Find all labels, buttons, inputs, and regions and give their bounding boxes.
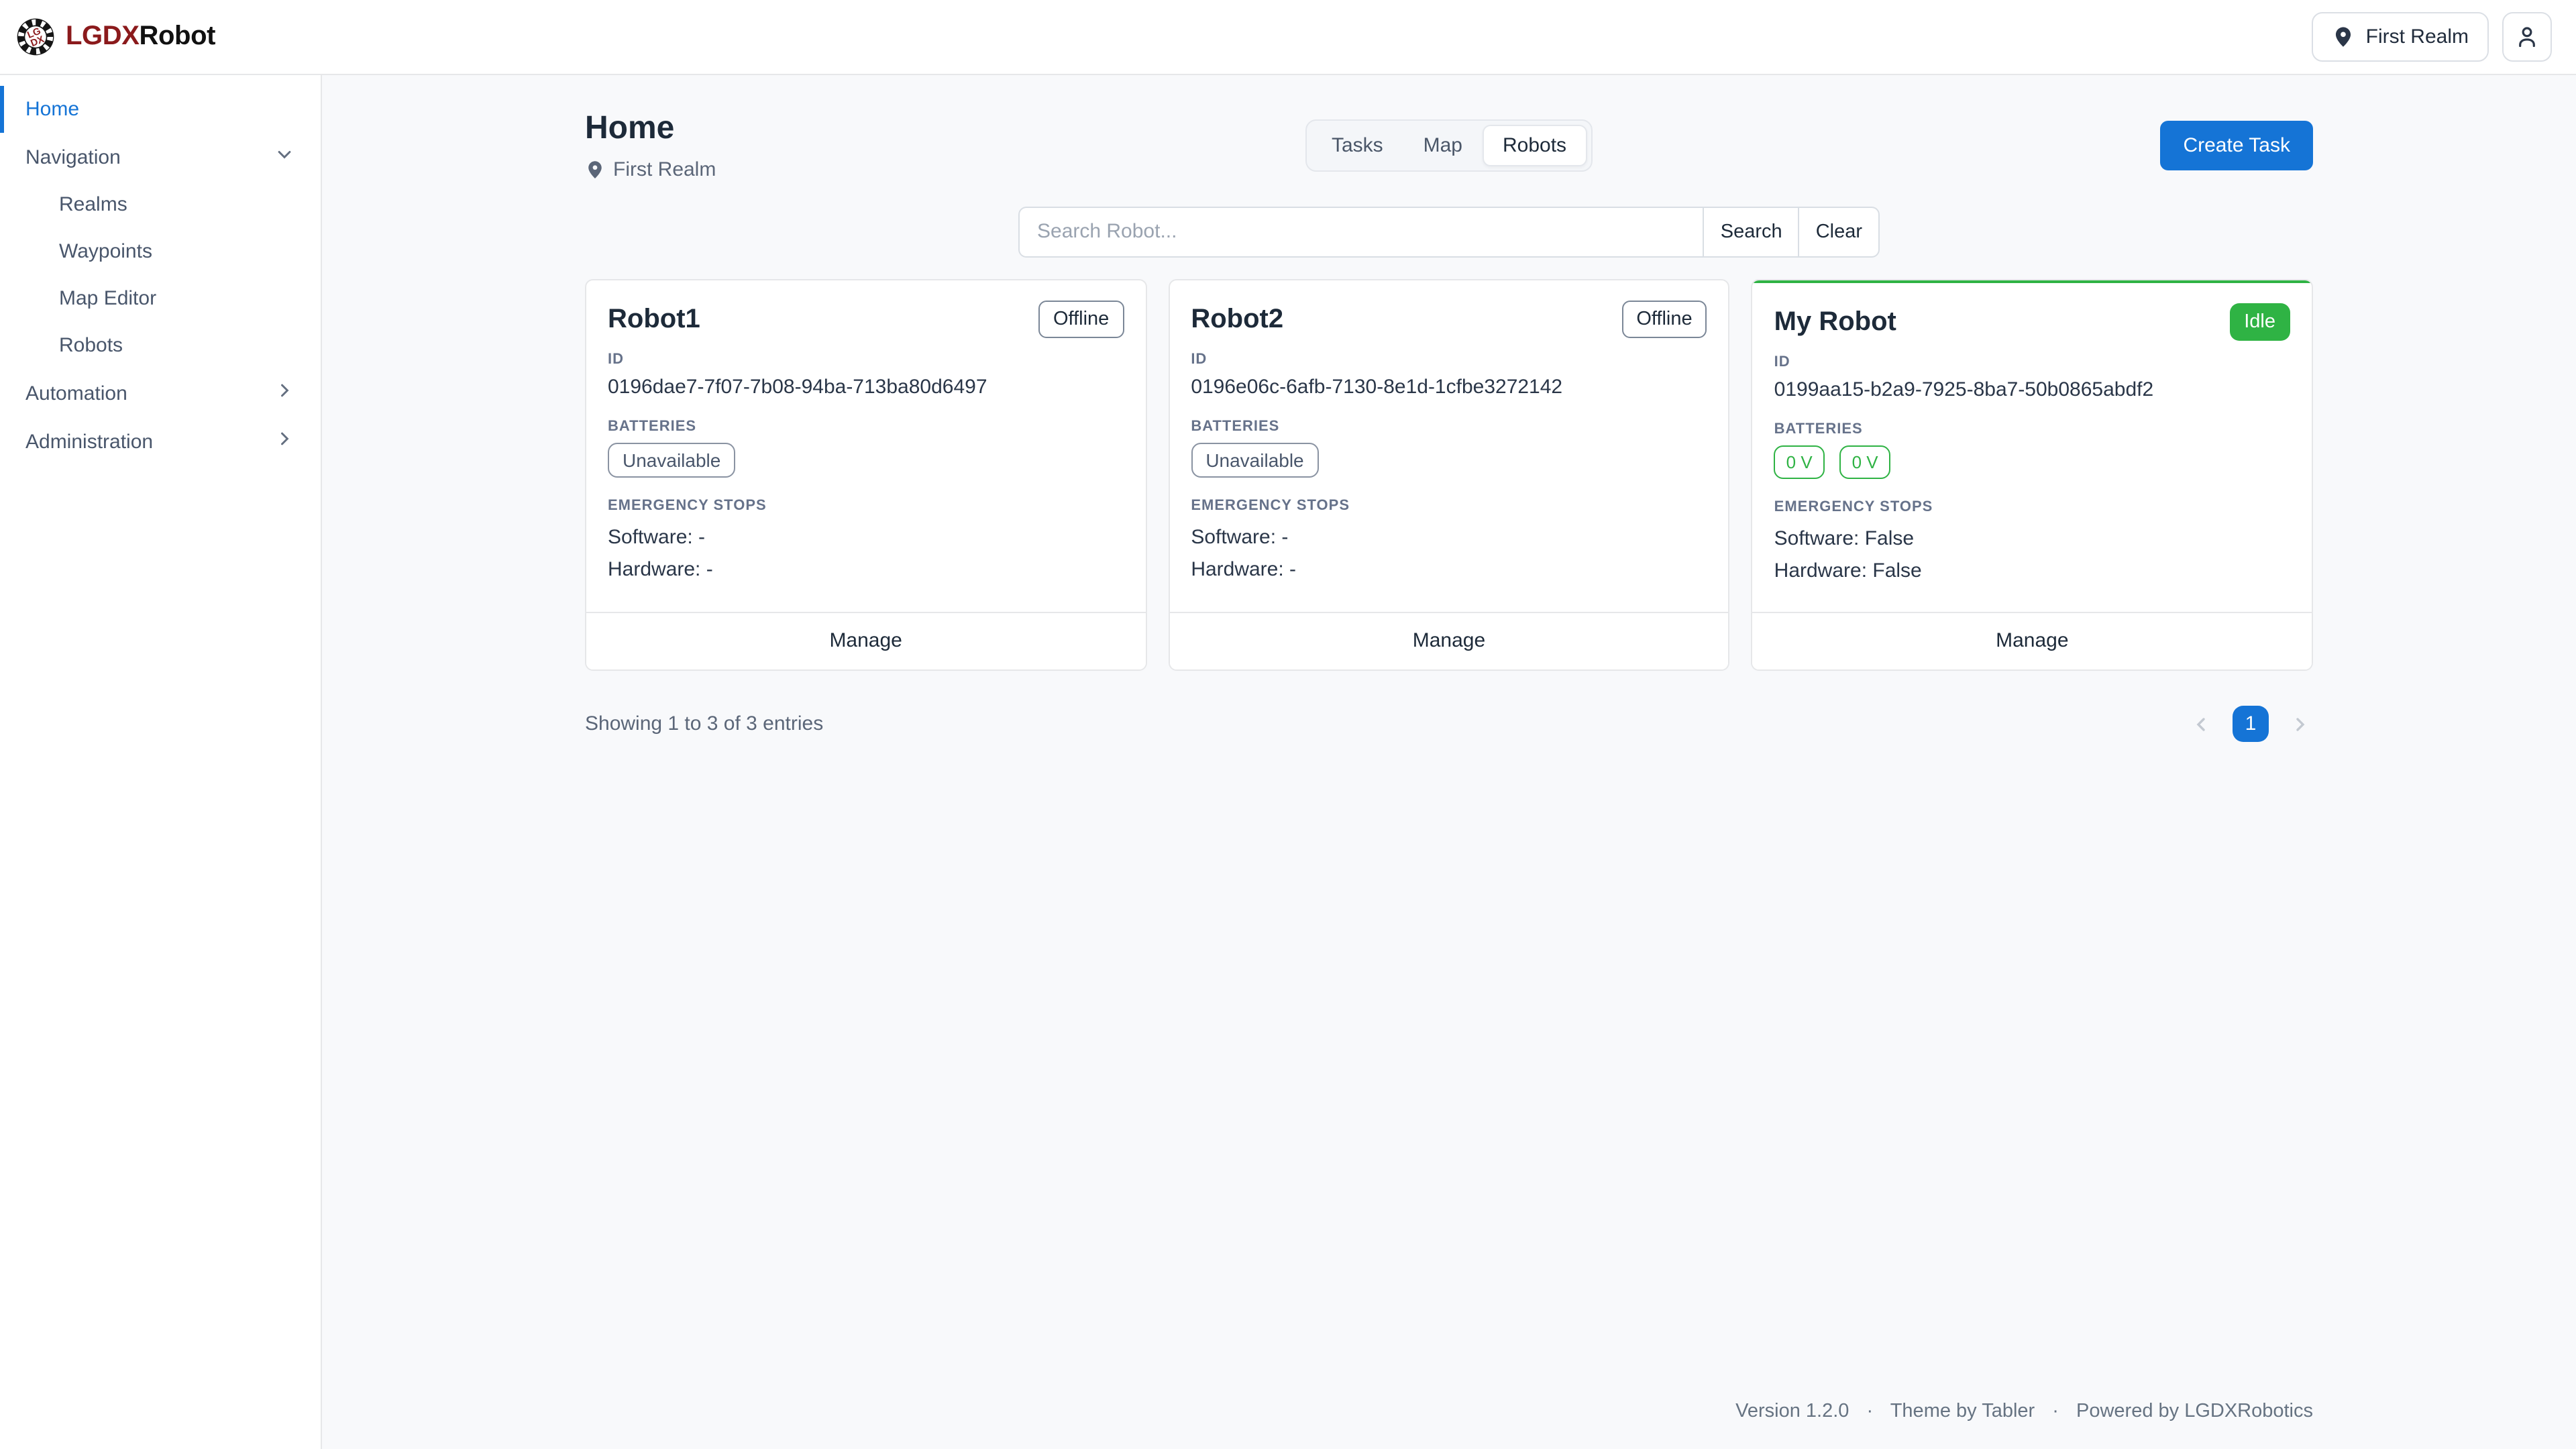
id-label: ID [1191, 352, 1707, 368]
battery-badge: Unavailable [608, 443, 735, 478]
realm-selector-button[interactable]: First Realm [2312, 12, 2489, 62]
sidebar-item-navigation[interactable]: Navigation [0, 133, 321, 181]
sidebar-item-label: Automation [25, 382, 127, 405]
manage-link[interactable]: Manage [829, 630, 902, 653]
estop-hardware: Hardware: - [608, 555, 1124, 587]
robot-card-robot1: Robot1 Offline ID 0196dae7-7f07-7b08-94b… [585, 279, 1146, 672]
sidebar-item-waypoints[interactable]: Waypoints [0, 228, 321, 275]
chevron-right-icon [275, 429, 294, 453]
sidebar-item-home[interactable]: Home [0, 86, 321, 133]
current-realm: First Realm [585, 158, 716, 181]
sidebar-item-label: Robots [59, 334, 123, 357]
sidebar-item-label: Navigation [25, 146, 121, 168]
map-pin-icon [2332, 25, 2355, 48]
pagination-next-button[interactable] [2286, 711, 2313, 738]
estops-label: EMERGENCY STOPS [1191, 498, 1707, 515]
sidebar-item-label: Map Editor [59, 287, 156, 310]
id-label: ID [1774, 355, 2290, 371]
battery-badge: Unavailable [1191, 443, 1318, 478]
brand-logo[interactable]: LG DX LGDXRobot [16, 17, 215, 56]
footer-powered-by: Powered by LGDXRobotics [2076, 1401, 2313, 1422]
status-badge: Offline [1038, 301, 1124, 339]
battery-badge: 0 V [1774, 446, 1825, 480]
footer-separator: · [2052, 1401, 2059, 1422]
status-badge: Idle [2229, 303, 2290, 341]
chevron-down-icon [275, 145, 294, 169]
top-navbar: LG DX LGDXRobot First Realm [0, 0, 2576, 75]
robot-id: 0196dae7-7f07-7b08-94ba-713ba80d6497 [608, 376, 1124, 399]
sidebar-item-label: Administration [25, 430, 153, 453]
search-button[interactable]: Search [1703, 207, 1799, 258]
sidebar-item-map-editor[interactable]: Map Editor [0, 275, 321, 322]
realm-label: First Realm [613, 158, 716, 181]
sidebar-item-label: Realms [59, 193, 127, 216]
brand-name: LGDXRobot [66, 21, 215, 52]
sidebar-item-administration[interactable]: Administration [0, 417, 321, 466]
sidebar-item-label: Home [25, 98, 79, 121]
create-task-button[interactable]: Create Task [2160, 121, 2313, 170]
id-label: ID [608, 352, 1124, 368]
page-title: Home [585, 110, 716, 149]
pagination-prev-button[interactable] [2188, 711, 2215, 738]
robot-card-my-robot: My Robot Idle ID 0199aa15-b2a9-7925-8ba7… [1752, 279, 2313, 672]
footer-version: Version 1.2.0 [1735, 1401, 1849, 1422]
clear-button[interactable]: Clear [1799, 207, 1880, 258]
pagination-page-1[interactable]: 1 [2233, 706, 2269, 743]
sidebar: Home Navigation Realms Waypoints Map Edi… [0, 75, 322, 1449]
batteries-label: BATTERIES [1191, 419, 1707, 435]
batteries-label: BATTERIES [608, 419, 1124, 435]
user-menu-button[interactable] [2502, 12, 2552, 62]
page-footer: Version 1.2.0 · Theme by Tabler · Powere… [322, 1401, 2576, 1449]
robot-name: Robot1 [608, 304, 700, 335]
robot-id: 0196e06c-6afb-7130-8e1d-1cfbe3272142 [1191, 376, 1707, 399]
map-pin-icon [585, 160, 605, 180]
tab-tasks[interactable]: Tasks [1311, 125, 1403, 166]
status-badge: Offline [1621, 301, 1707, 339]
user-icon [2514, 24, 2540, 50]
manage-link[interactable]: Manage [1996, 630, 2068, 653]
estop-software: Software: - [608, 523, 1124, 555]
batteries-label: BATTERIES [1774, 422, 2290, 438]
chevron-right-icon [275, 381, 294, 405]
main-content: Home First Realm Tasks Map Robots Create… [322, 75, 2576, 1449]
manage-link[interactable]: Manage [1413, 630, 1485, 653]
estop-hardware: Hardware: - [1191, 555, 1707, 587]
view-tabs: Tasks Map Robots [1306, 119, 1592, 172]
search-input[interactable] [1018, 207, 1703, 258]
battery-badge: 0 V [1840, 446, 1890, 480]
sidebar-item-robots[interactable]: Robots [0, 322, 321, 369]
estops-label: EMERGENCY STOPS [1774, 500, 2290, 516]
estop-hardware: Hardware: False [1774, 556, 2290, 588]
robot-name: Robot2 [1191, 304, 1283, 335]
robot-id: 0199aa15-b2a9-7925-8ba7-50b0865abdf2 [1774, 379, 2290, 402]
tab-map[interactable]: Map [1403, 125, 1483, 166]
pagination: 1 [2188, 706, 2313, 743]
footer-theme: Theme by Tabler [1890, 1401, 2035, 1422]
footer-separator: · [1866, 1401, 1873, 1422]
robot-search-group: Search Clear [1018, 207, 1880, 258]
entries-summary: Showing 1 to 3 of 3 entries [585, 713, 823, 736]
sidebar-item-label: Waypoints [59, 240, 152, 263]
tab-robots[interactable]: Robots [1483, 125, 1587, 166]
robot-name: My Robot [1774, 307, 1896, 337]
sidebar-item-automation[interactable]: Automation [0, 369, 321, 417]
estops-label: EMERGENCY STOPS [608, 498, 1124, 515]
lgdx-logo-icon: LG DX [16, 17, 55, 56]
estop-software: Software: False [1774, 524, 2290, 556]
realm-button-label: First Realm [2366, 25, 2469, 48]
robot-card-robot2: Robot2 Offline ID 0196e06c-6afb-7130-8e1… [1168, 279, 1729, 672]
estop-software: Software: - [1191, 523, 1707, 555]
sidebar-item-realms[interactable]: Realms [0, 181, 321, 228]
